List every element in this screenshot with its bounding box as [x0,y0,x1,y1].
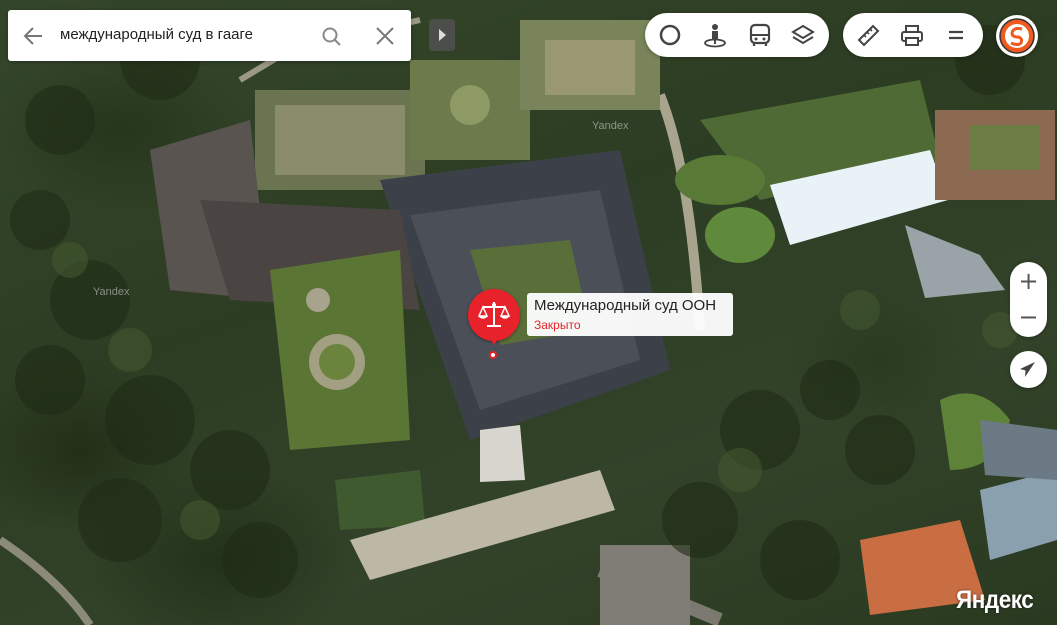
map-layers-toolbar [645,13,829,57]
street-view-icon[interactable] [700,20,730,50]
layers-icon[interactable] [788,20,818,50]
map-watermark: Yandex [93,286,130,298]
yandex-logo[interactable]: Яндекс [956,586,1034,615]
search-input[interactable] [60,26,310,43]
collapse-panel-button[interactable] [429,19,455,51]
zoom-out-button[interactable]: − [1010,299,1047,336]
scales-of-justice-icon [468,302,520,345]
menu-icon[interactable] [941,20,971,50]
place-point [489,351,497,359]
play-triangle-icon [429,29,455,55]
place-label[interactable]: Международный суд ООН Закрыто [527,293,733,336]
locate-button[interactable] [1010,351,1047,388]
zoom-in-button[interactable]: + [1010,263,1047,300]
bus-icon[interactable] [745,20,775,50]
place-marker[interactable] [468,289,520,345]
printer-icon[interactable] [897,20,927,50]
traffic-circle-icon[interactable] [655,20,685,50]
tools-toolbar [843,13,983,57]
place-status: Закрыто [534,318,581,332]
search-panel [8,10,411,61]
service-logo-icon [996,18,1038,61]
arrow-left-icon[interactable] [22,25,46,47]
close-icon[interactable] [374,25,396,47]
place-name: Международный суд ООН [534,297,717,314]
magnifier-icon[interactable] [320,25,344,49]
zoom-control: + − [1010,262,1047,337]
ruler-icon[interactable] [853,20,883,50]
profile-button[interactable] [996,15,1038,57]
locate-arrow-icon [1010,362,1047,392]
map-watermark: Yandex [592,120,629,132]
